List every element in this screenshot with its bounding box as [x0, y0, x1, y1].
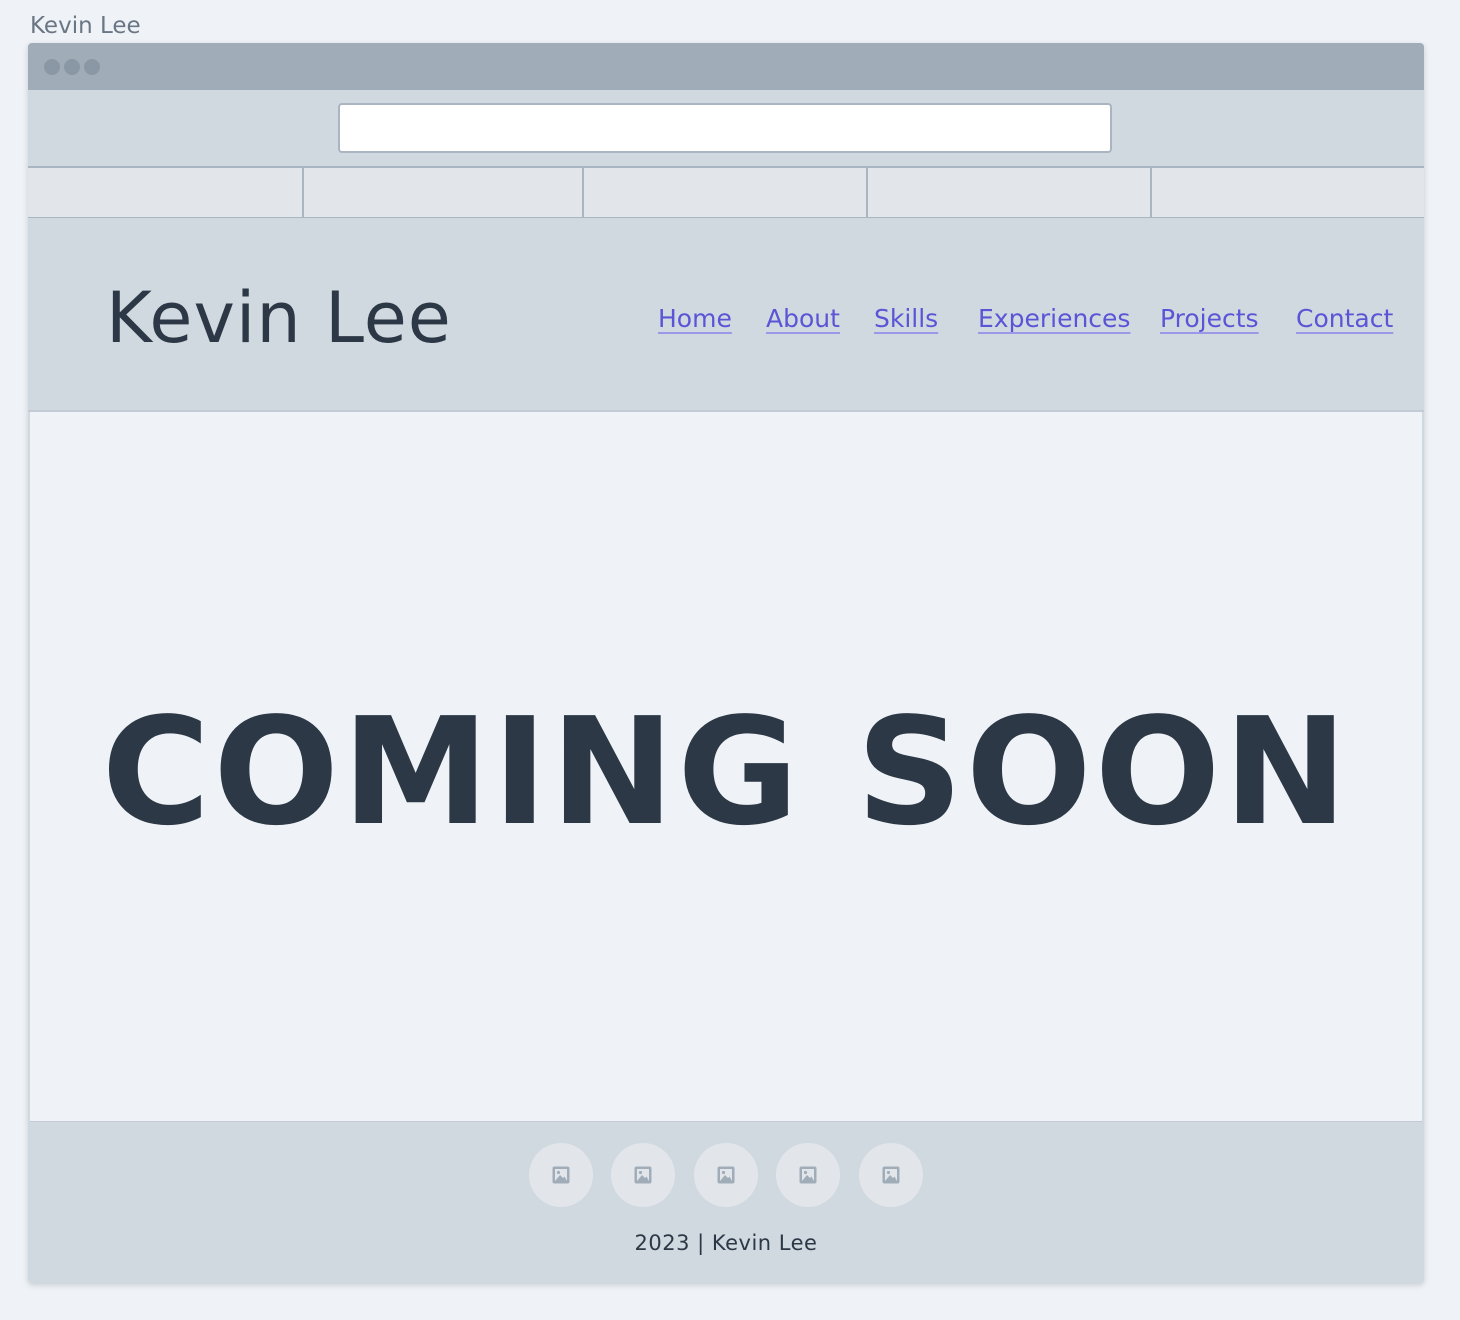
nav-link-contact[interactable]: Contact	[1296, 302, 1393, 336]
site-header: Kevin Lee Home About Skills Experiences …	[28, 218, 1424, 412]
address-bar-area	[28, 90, 1424, 166]
tab-strip	[28, 166, 1424, 218]
browser-window: Kevin Lee Home About Skills Experiences …	[28, 43, 1424, 1283]
image-icon	[552, 1166, 570, 1184]
image-icon	[799, 1166, 817, 1184]
window-dot-icon[interactable]	[44, 59, 60, 75]
browser-tab[interactable]	[582, 168, 866, 217]
social-link-2[interactable]	[611, 1143, 675, 1207]
browser-tab[interactable]	[28, 168, 302, 217]
frame-label: Kevin Lee	[30, 13, 141, 39]
nav-link-about[interactable]: About	[766, 302, 840, 336]
nav-link-skills[interactable]: Skills	[874, 302, 938, 336]
address-bar-input[interactable]	[338, 103, 1112, 153]
site-nav: Home About Skills Experiences Projects C…	[28, 302, 1424, 342]
social-link-3[interactable]	[694, 1143, 758, 1207]
window-dot-icon[interactable]	[64, 59, 80, 75]
nav-link-home[interactable]: Home	[658, 302, 732, 336]
social-link-1[interactable]	[529, 1143, 593, 1207]
site-footer: 2023 | Kevin Lee	[28, 1122, 1424, 1283]
browser-tab[interactable]	[302, 168, 582, 217]
browser-tab[interactable]	[866, 168, 1150, 217]
social-link-5[interactable]	[859, 1143, 923, 1207]
image-icon	[882, 1166, 900, 1184]
copyright-text: 2023 | Kevin Lee	[634, 1231, 818, 1255]
browser-tab[interactable]	[1150, 168, 1424, 217]
title-bar	[28, 43, 1424, 90]
nav-link-projects[interactable]: Projects	[1160, 302, 1259, 336]
main-content: COMING SOON	[30, 412, 1422, 1122]
social-link-4[interactable]	[776, 1143, 840, 1207]
window-dot-icon[interactable]	[84, 59, 100, 75]
nav-link-experiences[interactable]: Experiences	[978, 302, 1130, 336]
image-icon	[717, 1166, 735, 1184]
coming-soon-heading: COMING SOON	[101, 686, 1351, 858]
image-icon	[634, 1166, 652, 1184]
